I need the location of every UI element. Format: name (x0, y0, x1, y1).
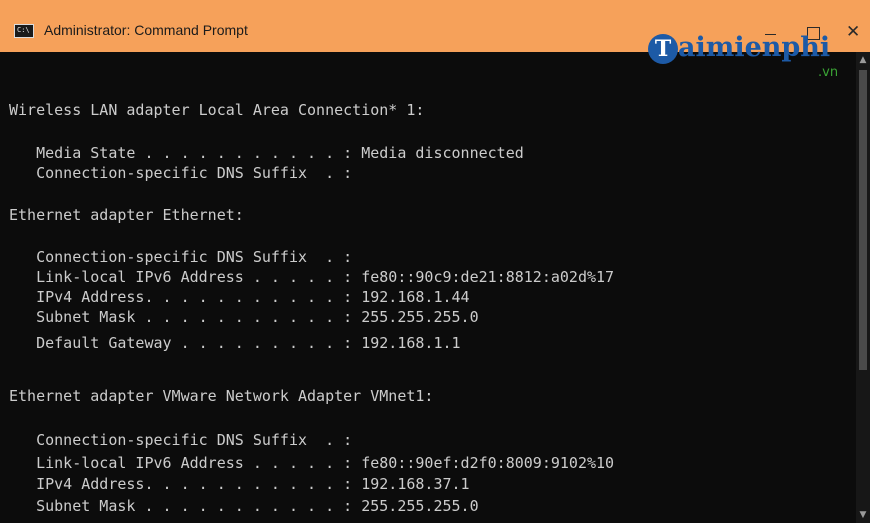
scroll-up-icon[interactable]: ▲ (856, 52, 870, 68)
console-line: Media State . . . . . . . . . . . : Medi… (9, 144, 524, 162)
scrollbar-thumb[interactable] (859, 70, 867, 370)
console-line: Wireless LAN adapter Local Area Connecti… (9, 101, 425, 119)
console-line: Subnet Mask . . . . . . . . . . . : 255.… (9, 308, 479, 326)
console-line: Default Gateway . . . . . . . . . : 192.… (9, 334, 461, 352)
window-title: Administrator: Command Prompt (44, 22, 248, 38)
console-line: Ethernet adapter VMware Network Adapter … (9, 387, 434, 405)
command-prompt-window: C:\ Administrator: Command Prompt ✕ Wire… (0, 0, 870, 523)
taimienphi-watermark-logo: T aimienphi .vn (648, 30, 858, 86)
watermark-suffix: .vn (818, 65, 839, 80)
command-prompt-icon: C:\ (14, 24, 34, 38)
console-line: IPv4 Address. . . . . . . . . . . : 192.… (9, 475, 470, 493)
vertical-scrollbar[interactable]: ▲ ▼ (856, 52, 870, 523)
scroll-down-icon[interactable]: ▼ (856, 507, 870, 523)
console-line: Link-local IPv6 Address . . . . . : fe80… (9, 268, 615, 286)
console-line: Link-local IPv6 Address . . . . . : fe80… (9, 454, 615, 472)
console-line: Connection-specific DNS Suffix . : (9, 164, 353, 182)
console-line: IPv4 Address. . . . . . . . . . . : 192.… (9, 288, 470, 306)
console-line: Ethernet adapter Ethernet: (9, 206, 244, 224)
console-line: Subnet Mask . . . . . . . . . . . : 255.… (9, 497, 479, 515)
command-prompt-icon-label: C:\ (17, 26, 30, 34)
watermark-initial: T (648, 34, 678, 64)
watermark-name: aimienphi (678, 32, 831, 63)
console-output[interactable]: Wireless LAN adapter Local Area Connecti… (0, 52, 856, 523)
console-line: Connection-specific DNS Suffix . : (9, 431, 353, 449)
console-line: Connection-specific DNS Suffix . : (9, 248, 353, 266)
